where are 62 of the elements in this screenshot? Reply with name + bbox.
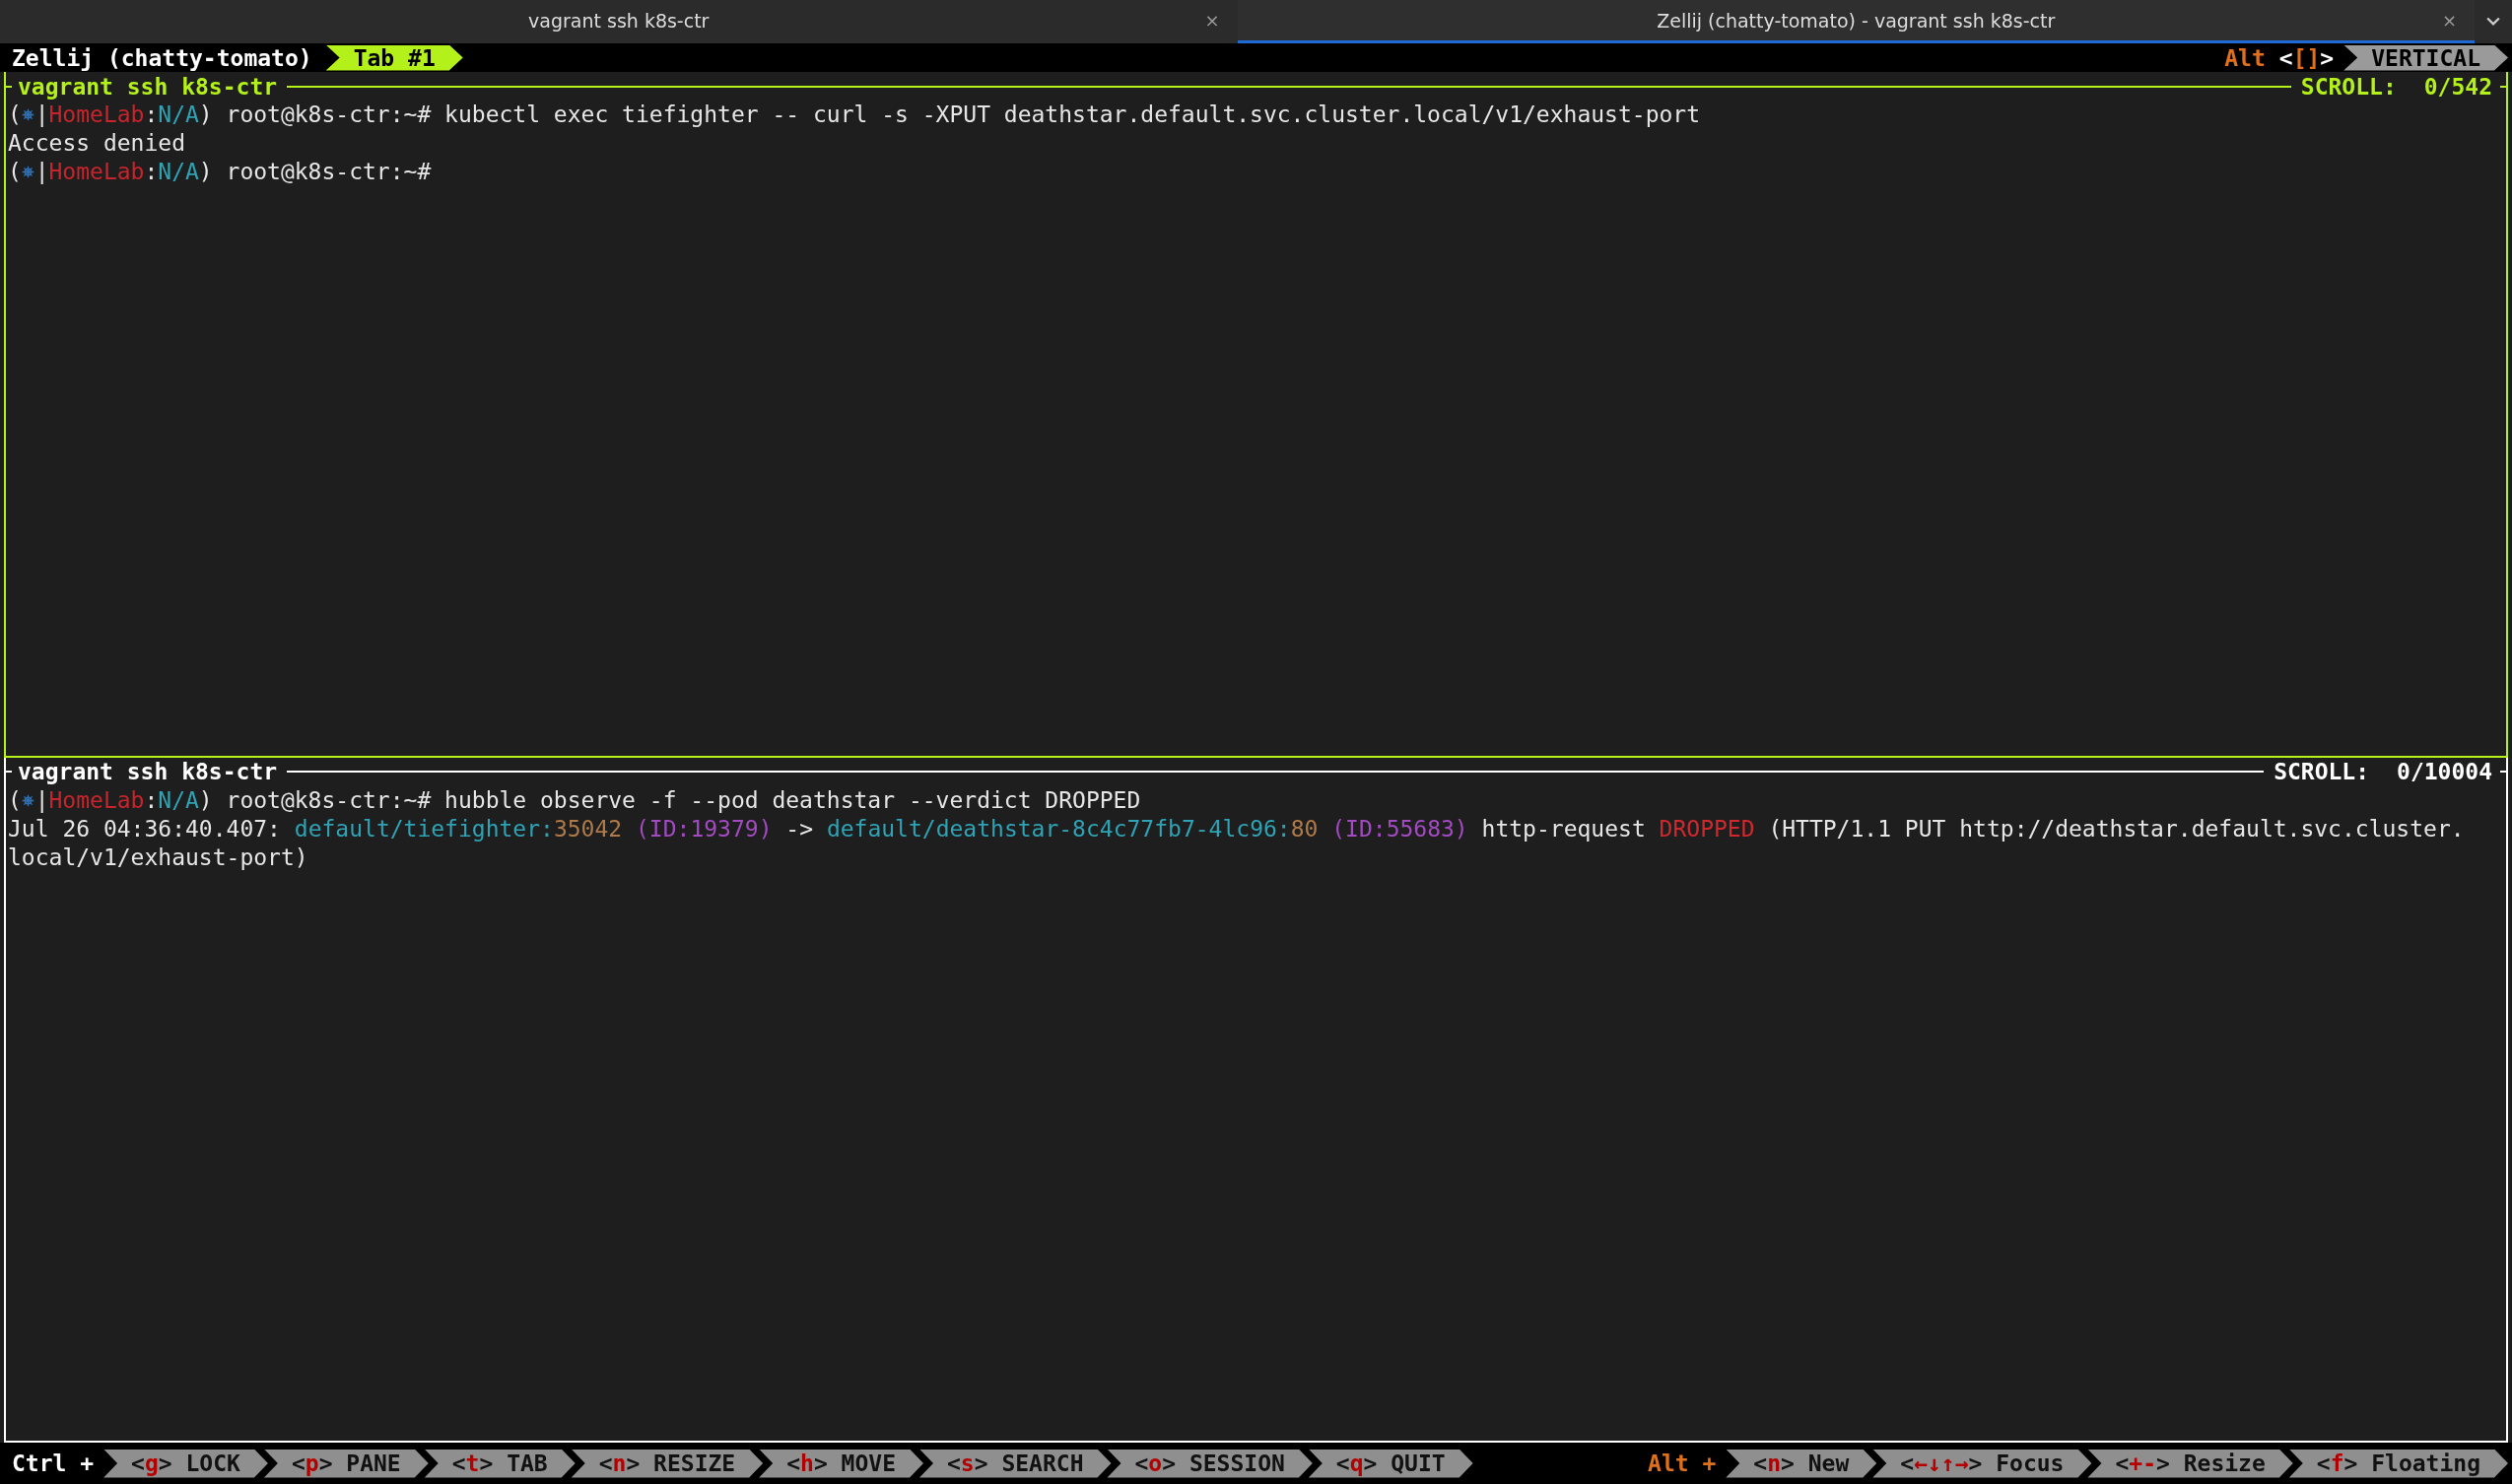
shortcut-key[interactable]: <o> SESSION: [1107, 1449, 1313, 1478]
terminal-text: HomeLab: [48, 158, 145, 186]
shortcut-key[interactable]: <p> PANE: [263, 1449, 429, 1478]
terminal-text: 35042: [553, 814, 623, 843]
modifier-label: Alt: [2224, 44, 2266, 71]
scroll-label: SCROLL:: [2274, 759, 2370, 784]
shortcut-key[interactable]: <q> QUIT: [1308, 1449, 1473, 1478]
terminal-text: |: [34, 785, 49, 815]
terminal-text: :: [144, 101, 159, 129]
close-button[interactable]: ×: [2441, 10, 2457, 31]
terminal-text: (: [8, 101, 22, 129]
terminal-text: N/A: [158, 101, 199, 129]
terminal-text: HomeLab: [48, 101, 145, 129]
terminal-text: :: [144, 158, 159, 186]
modifier-label: Ctrl +: [11, 1450, 96, 1476]
shortcut-key[interactable]: <s> SEARCH: [919, 1449, 1112, 1478]
scroll-position: 0/10004: [2397, 759, 2492, 784]
shortcut-key[interactable]: <n> RESIZE: [571, 1449, 764, 1478]
shortcut-key[interactable]: <f> Floating: [2288, 1449, 2508, 1478]
terminal-text: |: [34, 101, 49, 129]
shortcut-key[interactable]: <←↓↑→> Focus: [1872, 1449, 2092, 1478]
terminal-text: (: [8, 158, 22, 186]
shortcut-key[interactable]: <t> TAB: [424, 1449, 576, 1478]
terminal-text: N/A: [158, 158, 199, 186]
layout-indicator: VERTICAL: [2343, 44, 2508, 71]
terminal-text: http-request: [1480, 814, 1647, 843]
shortcut-key[interactable]: <+-> Resize: [2087, 1449, 2293, 1478]
terminal-text: local/v1/exhaust-port): [8, 843, 308, 872]
shortcut-key[interactable]: <n> New: [1726, 1449, 1877, 1478]
terminal-text: ) root@k8s-ctr:~#: [198, 158, 432, 186]
terminal-text: DROPPED: [1659, 814, 1755, 843]
scroll-position: 0/542: [2423, 73, 2492, 100]
terminal-text: (HTTP/1.1 PUT http://deathstar.default.svc.cluster.: [1767, 814, 2465, 843]
pane-title: vagrant ssh k8s-ctr: [18, 73, 278, 100]
window-tab-title: Zellij (chatty-tomato) - vagrant ssh k8s-ctr: [1657, 9, 2056, 32]
terminal-text: N/A: [158, 785, 199, 815]
terminal-text: HomeLab: [48, 785, 145, 815]
terminal-text: ->: [784, 814, 815, 843]
terminal-text: (ID:55683): [1330, 814, 1468, 843]
terminal-text: (ID:19379): [635, 814, 773, 843]
close-button[interactable]: ×: [1204, 10, 1220, 31]
window-tab[interactable]: Zellij (chatty-tomato) - vagrant ssh k8s-ctr ×: [1237, 0, 2475, 43]
modifier-label: Alt +: [1648, 1450, 1717, 1476]
shortcut-key[interactable]: <g> LOCK: [103, 1449, 268, 1478]
chevron-down-icon[interactable]: [2486, 17, 2500, 27]
terminal-text: :: [144, 785, 159, 815]
swap-layout-hint: <[]>: [2278, 44, 2335, 71]
terminal-text: ) root@k8s-ctr:~# hubble observe -f --pod deathstar --verdict DROPPED: [198, 785, 1141, 815]
terminal-text: |: [34, 158, 49, 186]
tab[interactable]: Tab #1: [325, 44, 463, 71]
terminal-text: ) root@k8s-ctr:~# kubectl exec tiefighter -- curl -s -XPUT deathstar.default.svc.cluster.local/v1/exhaust-port: [198, 101, 1701, 129]
window-tab-title: vagrant ssh k8s-ctr: [528, 9, 710, 32]
terminal-text: Jul 26 04:36:40.407:: [8, 814, 282, 843]
terminal-text: default/tiefighter:: [294, 814, 554, 843]
shortcut-key[interactable]: <h> MOVE: [759, 1449, 923, 1478]
terminal-text: 80: [1290, 814, 1319, 843]
terminal-text: default/deathstar-8c4c77fb7-4lc96:: [826, 814, 1291, 843]
terminal-text: (: [8, 785, 22, 815]
pane-title: vagrant ssh k8s-ctr: [18, 759, 278, 784]
session-name: Zellij (chatty-tomato): [11, 44, 313, 71]
scroll-label: SCROLL:: [2300, 73, 2397, 100]
terminal-text: Access denied: [8, 129, 185, 158]
